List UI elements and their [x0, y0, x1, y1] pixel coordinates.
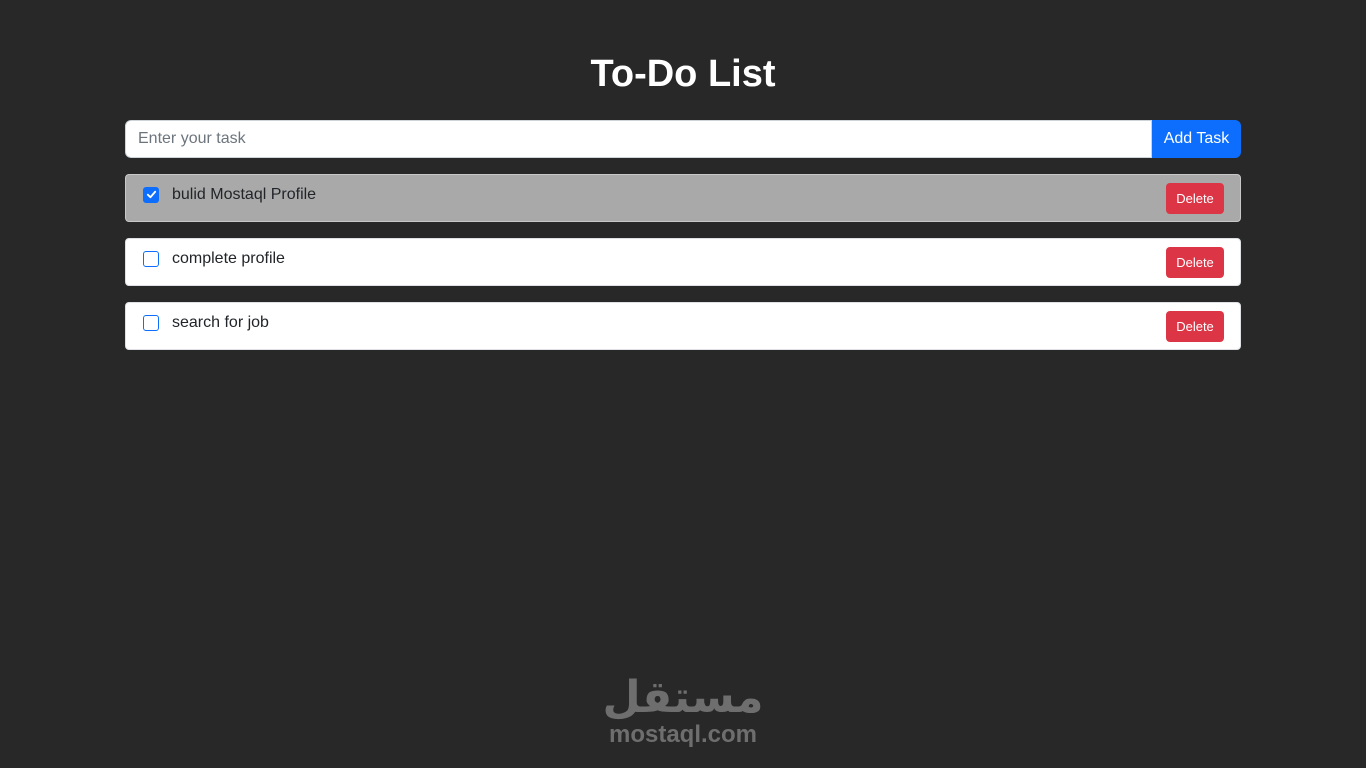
task-list: bulid Mostaql Profile Delete complete pr… [125, 174, 1241, 366]
page: To-Do List Add Task bulid Mostaql Profil… [0, 0, 1366, 768]
delete-button[interactable]: Delete [1166, 183, 1224, 214]
check-icon [146, 190, 156, 199]
delete-button[interactable]: Delete [1166, 247, 1224, 278]
task-checkbox[interactable] [143, 314, 159, 331]
task-item: search for job Delete [125, 302, 1241, 350]
task-text: search for job [172, 313, 269, 331]
task-form: Add Task [125, 120, 1241, 158]
task-item: complete profile Delete [125, 238, 1241, 286]
task-text: bulid Mostaql Profile [172, 185, 317, 203]
task-input[interactable] [125, 120, 1152, 158]
task-checkbox[interactable] [143, 250, 159, 267]
task-text: complete profile [172, 249, 285, 267]
add-task-button[interactable]: Add Task [1152, 120, 1241, 158]
watermark-url: mostaql.com [608, 721, 758, 748]
task-item: bulid Mostaql Profile Delete [125, 174, 1241, 222]
task-checkbox[interactable] [143, 186, 159, 203]
watermark: مستقل mostaql.com [590, 672, 776, 756]
page-title: To-Do List [590, 53, 776, 95]
watermark-arabic: مستقل [602, 672, 764, 723]
delete-button[interactable]: Delete [1166, 311, 1224, 342]
